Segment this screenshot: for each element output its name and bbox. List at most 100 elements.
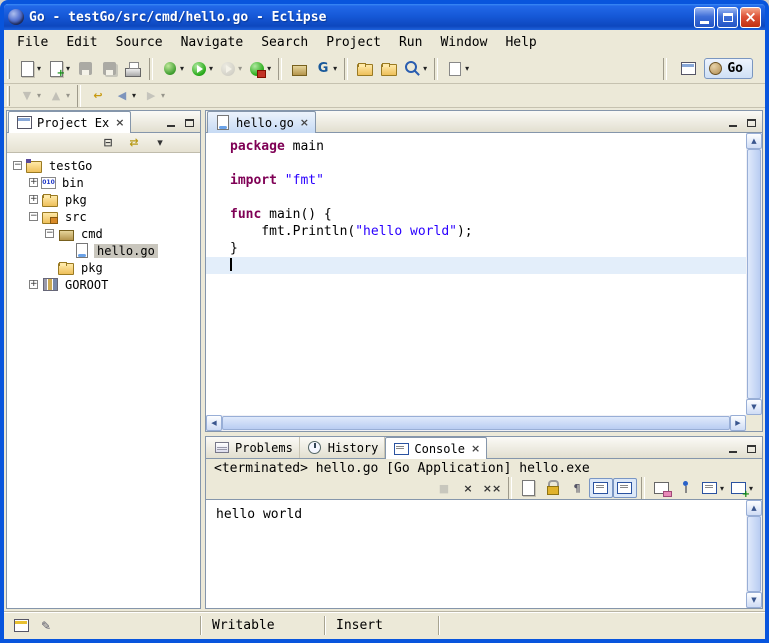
- menu-search[interactable]: Search: [252, 33, 317, 52]
- scroll-lock-button[interactable]: [541, 478, 565, 498]
- new-go-package-button[interactable]: [287, 57, 311, 81]
- tab-project-explorer[interactable]: Project Ex ×: [8, 111, 131, 133]
- scroll-thumb[interactable]: [747, 149, 761, 399]
- editor-vertical-scrollbar[interactable]: ▲ ▼: [746, 133, 762, 415]
- maximize-view-button[interactable]: [744, 115, 759, 130]
- word-wrap-button[interactable]: ¶: [565, 478, 589, 498]
- code-line[interactable]: [206, 155, 746, 172]
- menu-file[interactable]: File: [8, 33, 57, 52]
- tree-item-pkg[interactable]: +pkg: [7, 191, 200, 208]
- code-line[interactable]: import "fmt": [206, 172, 746, 189]
- tree-item-pkg[interactable]: pkg: [7, 259, 200, 276]
- open-go-element-button[interactable]: [353, 57, 377, 81]
- scroll-up-icon[interactable]: ▲: [746, 500, 762, 516]
- link-with-editor-button[interactable]: ⇄: [122, 134, 146, 152]
- menu-run[interactable]: Run: [390, 33, 431, 52]
- project-tree[interactable]: −testGo+010bin+pkg−src−cmdhello.gopkg+GO…: [7, 153, 200, 608]
- debug-button[interactable]: ▾: [158, 57, 187, 81]
- menu-edit[interactable]: Edit: [57, 33, 106, 52]
- go-perspective-button[interactable]: Go: [704, 58, 753, 79]
- code-line[interactable]: package main: [206, 138, 746, 155]
- annotation-navigation-button[interactable]: ▾: [443, 57, 472, 81]
- print-button[interactable]: [121, 57, 145, 81]
- tree-item-bin[interactable]: +010bin: [7, 174, 200, 191]
- tree-item-cmd[interactable]: −cmd: [7, 225, 200, 242]
- tree-item-testgo[interactable]: −testGo: [7, 157, 200, 174]
- menu-help[interactable]: Help: [496, 33, 545, 52]
- show-stderr-console-button[interactable]: [613, 478, 637, 498]
- minimize-view-button[interactable]: [725, 441, 740, 456]
- close-window-button[interactable]: ×: [740, 7, 761, 28]
- maximize-view-button[interactable]: [182, 115, 197, 130]
- menu-source[interactable]: Source: [107, 33, 172, 52]
- scroll-thumb[interactable]: [222, 416, 730, 430]
- tab-hello-go[interactable]: hello.go ×: [207, 111, 316, 133]
- close-tab-icon[interactable]: ×: [471, 442, 480, 455]
- clear-console-button[interactable]: [650, 478, 674, 498]
- expander-icon[interactable]: +: [29, 178, 38, 187]
- code-line[interactable]: [206, 189, 746, 206]
- display-console-button[interactable]: ▾: [698, 478, 727, 498]
- tree-item-goroot[interactable]: +GOROOT: [7, 276, 200, 293]
- collapse-all-button[interactable]: ⊟: [96, 134, 120, 152]
- code-line[interactable]: [206, 257, 746, 274]
- back-button[interactable]: ◀▾: [110, 86, 139, 106]
- open-resource-button[interactable]: [377, 57, 401, 81]
- toolbar-grip[interactable]: [7, 59, 10, 79]
- code-line[interactable]: func main() {: [206, 206, 746, 223]
- scroll-down-icon[interactable]: ▼: [746, 592, 762, 608]
- show-stdout-console-button[interactable]: [589, 478, 613, 498]
- export-log-button[interactable]: [517, 478, 541, 498]
- scroll-up-icon[interactable]: ▲: [746, 133, 762, 149]
- minimize-window-button[interactable]: [694, 7, 715, 28]
- tab-problems[interactable]: Problems: [207, 437, 300, 458]
- remove-all-terminated-button[interactable]: ××: [480, 478, 504, 498]
- expander-icon[interactable]: +: [29, 280, 38, 289]
- expander-icon[interactable]: +: [29, 195, 38, 204]
- console-vertical-scrollbar[interactable]: ▲ ▼: [746, 500, 762, 608]
- last-edit-location-button[interactable]: ↩: [86, 86, 110, 106]
- tab-console[interactable]: Console×: [385, 437, 487, 459]
- titlebar[interactable]: Go - testGo/src/cmd/hello.go - Eclipse ×: [4, 4, 765, 30]
- scroll-track[interactable]: [746, 149, 762, 399]
- pencil-icon[interactable]: ✎: [37, 617, 55, 635]
- scroll-track[interactable]: [746, 516, 762, 592]
- expander-icon[interactable]: −: [13, 161, 22, 170]
- console-output[interactable]: hello world: [206, 500, 746, 608]
- tab-history[interactable]: History: [300, 437, 386, 458]
- new-go-file-button[interactable]: ▾: [44, 57, 73, 81]
- scroll-down-icon[interactable]: ▼: [746, 399, 762, 415]
- close-tab-icon[interactable]: ×: [115, 116, 124, 129]
- menu-navigate[interactable]: Navigate: [172, 33, 253, 52]
- search-button[interactable]: ▾: [401, 57, 430, 81]
- scroll-right-icon[interactable]: ▶: [730, 415, 746, 431]
- open-console-button[interactable]: ▾: [727, 478, 756, 498]
- toolbar-grip[interactable]: [7, 86, 10, 106]
- run-button[interactable]: ▾: [187, 57, 216, 81]
- menu-project[interactable]: Project: [317, 33, 390, 52]
- open-perspective-button[interactable]: [676, 57, 700, 81]
- close-tab-icon[interactable]: ×: [300, 116, 309, 129]
- minimize-view-button[interactable]: [163, 115, 178, 130]
- code-line[interactable]: }: [206, 240, 746, 257]
- scroll-thumb[interactable]: [747, 516, 761, 592]
- code-area[interactable]: package main import "fmt" func main() { fm…: [206, 133, 746, 415]
- pin-console-button[interactable]: [674, 478, 698, 498]
- minimize-view-button[interactable]: [725, 115, 740, 130]
- tree-item-hello-go[interactable]: hello.go: [7, 242, 200, 259]
- view-menu-button[interactable]: ▾: [148, 134, 172, 152]
- new-go-type-button[interactable]: G▾: [311, 57, 340, 81]
- tree-item-src[interactable]: −src: [7, 208, 200, 225]
- scroll-left-icon[interactable]: ◀: [206, 415, 222, 431]
- scroll-track[interactable]: [222, 415, 730, 431]
- external-tools-button[interactable]: ▾: [245, 57, 274, 81]
- code-line[interactable]: fmt.Println("hello world");: [206, 223, 746, 240]
- maximize-view-button[interactable]: [744, 441, 759, 456]
- new-wizard-button[interactable]: ▾: [15, 57, 44, 81]
- expander-icon[interactable]: −: [45, 229, 54, 238]
- remove-launch-button[interactable]: ×: [456, 478, 480, 498]
- maximize-window-button[interactable]: [717, 7, 738, 28]
- expander-icon[interactable]: −: [29, 212, 38, 221]
- menu-window[interactable]: Window: [431, 33, 496, 52]
- editor-horizontal-scrollbar[interactable]: ◀ ▶: [206, 415, 746, 431]
